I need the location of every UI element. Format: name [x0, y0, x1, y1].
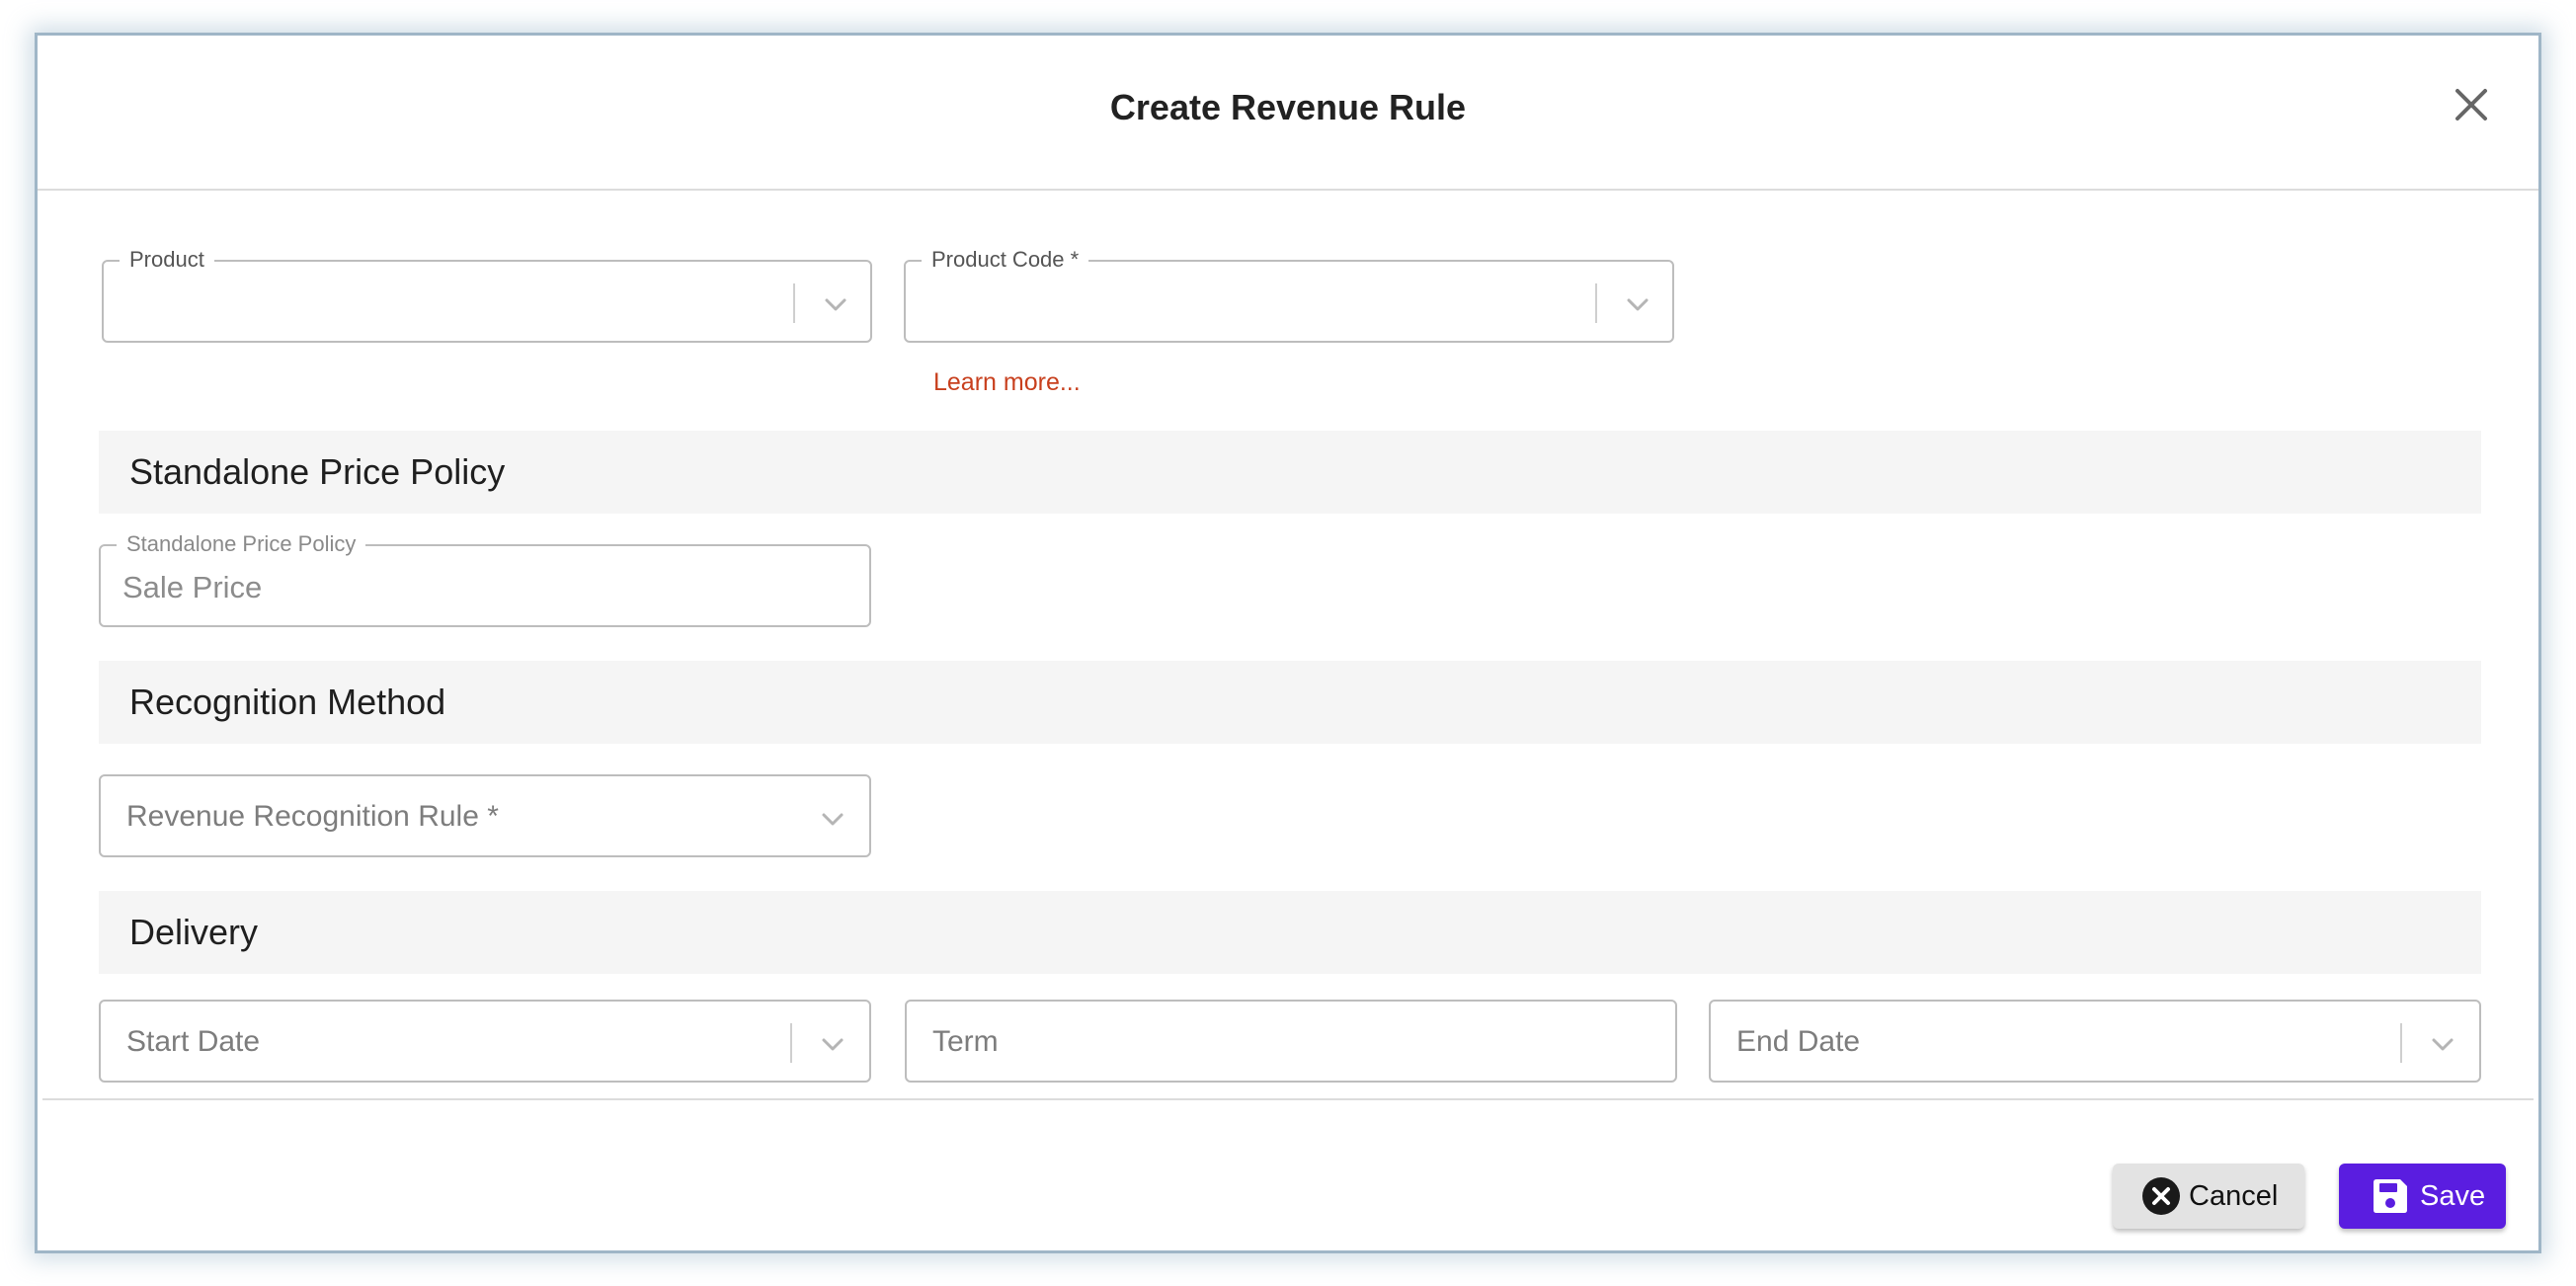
section-delivery: Delivery [99, 891, 2481, 974]
cancel-label: Cancel [2189, 1179, 2279, 1212]
modal-footer: Cancel Save [42, 1098, 2534, 1253]
modal-title: Create Revenue Rule [1109, 87, 1467, 127]
chevron-down-icon[interactable] [2428, 1029, 2457, 1059]
section-recognition-method: Recognition Method [99, 661, 2481, 744]
start-date-placeholder: Start Date [126, 1025, 261, 1058]
product-code-separator [1595, 283, 1597, 323]
product-separator [793, 283, 795, 323]
modal-header: Create Revenue Rule [38, 36, 2538, 191]
revenue-recognition-rule-select[interactable]: Revenue Recognition Rule * [99, 774, 871, 857]
modal-body: Product Product Code * Learn more... Sta… [38, 193, 2538, 1098]
end-date-separator [2400, 1023, 2402, 1063]
floppy-disk-icon [2374, 1179, 2407, 1213]
close-icon [2455, 89, 2487, 121]
section-title: Recognition Method [129, 682, 446, 722]
learn-more-link[interactable]: Learn more... [933, 368, 1081, 397]
chevron-down-icon[interactable] [818, 804, 847, 834]
section-title: Delivery [129, 912, 259, 952]
term-input[interactable]: Term [905, 1000, 1677, 1083]
term-placeholder: Term [932, 1025, 999, 1058]
save-button[interactable]: Save [2339, 1164, 2506, 1229]
end-date-placeholder: End Date [1736, 1025, 1861, 1058]
standalone-price-policy-label: Standalone Price Policy [117, 532, 366, 556]
close-button[interactable] [2452, 85, 2491, 124]
chevron-down-icon[interactable] [1623, 289, 1652, 319]
standalone-price-policy-input[interactable]: Standalone Price Policy Sale Price [99, 532, 871, 627]
product-code-label: Product Code * [922, 248, 1089, 272]
cancel-button[interactable]: Cancel [2113, 1164, 2304, 1229]
section-title: Standalone Price Policy [129, 451, 506, 492]
chevron-down-icon[interactable] [821, 289, 850, 319]
start-date-separator [790, 1023, 792, 1063]
end-date-select[interactable]: End Date [1709, 1000, 2481, 1083]
product-label: Product [120, 248, 214, 272]
product-code-select[interactable]: Product Code * [904, 248, 1674, 343]
revenue-recognition-rule-placeholder: Revenue Recognition Rule * [126, 800, 499, 833]
standalone-price-policy-value: Sale Price [122, 570, 263, 604]
chevron-down-icon[interactable] [818, 1029, 847, 1059]
product-select[interactable]: Product [102, 248, 872, 343]
section-standalone-price-policy: Standalone Price Policy [99, 431, 2481, 514]
start-date-select[interactable]: Start Date [99, 1000, 871, 1083]
x-circle-icon [2142, 1177, 2180, 1215]
create-revenue-rule-modal: Create Revenue Rule Product Product Code… [35, 33, 2541, 1253]
save-label: Save [2420, 1179, 2486, 1212]
